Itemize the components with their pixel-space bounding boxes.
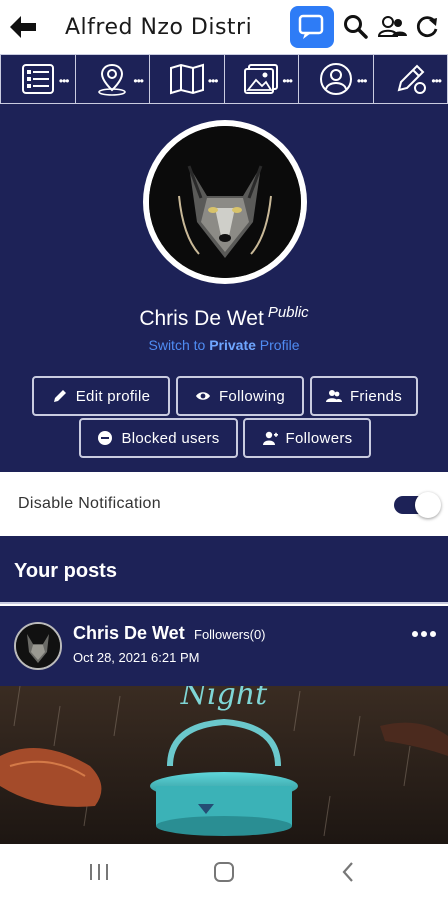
switch-prefix: Switch to — [148, 337, 210, 353]
refresh-icon[interactable] — [414, 14, 440, 40]
post-author-avatar[interactable] — [14, 622, 62, 670]
menu-strip: ••• ••• ••• ••• ••• ••• — [0, 54, 448, 104]
gallery-icon — [244, 64, 279, 94]
back-nav-icon[interactable] — [336, 860, 362, 884]
night-lantern-image: Night — [0, 686, 448, 844]
list-icon — [21, 64, 54, 94]
menu-item-gallery[interactable]: ••• — [224, 55, 299, 104]
chat-button[interactable] — [290, 6, 334, 48]
home-icon[interactable] — [211, 860, 237, 884]
friends-icon — [325, 390, 342, 402]
followers-icon — [262, 431, 278, 445]
menu-item-list[interactable]: ••• — [0, 55, 76, 104]
wolf-avatar-image — [149, 126, 301, 278]
app-bar: Alfred Nzo Distri — [0, 0, 448, 54]
more-dots: ••• — [133, 74, 144, 88]
users-icon[interactable] — [378, 14, 408, 40]
more-dots: ••• — [431, 74, 442, 88]
posts-header: Your posts — [0, 536, 448, 604]
post-image[interactable]: Night — [0, 686, 448, 844]
notification-toggle[interactable] — [394, 492, 441, 518]
posts-title: Your posts — [14, 560, 117, 582]
notification-row: Disable Notification — [0, 472, 448, 536]
more-dots: ••• — [207, 74, 219, 88]
post-audience: Followers(0) — [194, 627, 266, 642]
friends-label: Friends — [349, 387, 403, 405]
eye-icon — [195, 392, 210, 400]
system-nav-bar — [0, 844, 448, 900]
app-title: Alfred Nzo Distri — [65, 15, 253, 40]
user-circle-icon — [319, 63, 352, 95]
following-button[interactable]: Following — [176, 376, 304, 416]
blocked-icon — [98, 431, 113, 445]
switch-suffix: Profile — [255, 337, 300, 353]
menu-item-edit[interactable]: ••• — [373, 55, 448, 104]
edit-profile-label: Edit profile — [75, 387, 151, 405]
map-pin-icon — [98, 63, 127, 96]
menu-item-map[interactable]: ••• — [150, 55, 225, 104]
edit-profile-button[interactable]: Edit profile — [32, 376, 170, 416]
followers-label: Followers — [285, 429, 353, 447]
profile-visibility: Public — [267, 304, 309, 321]
blocked-users-button[interactable]: Blocked users — [79, 418, 238, 458]
map-icon — [169, 63, 204, 95]
followers-button[interactable]: Followers — [243, 418, 371, 458]
more-dots: ••• — [356, 74, 368, 88]
profile-section: Chris De Wet Public Switch to Private Pro… — [0, 104, 448, 472]
profile-avatar[interactable] — [143, 120, 307, 284]
profile-name: Chris De Wet — [139, 307, 264, 330]
blocked-users-label: Blocked users — [121, 429, 220, 447]
post-image-text: Night — [180, 686, 268, 712]
profile-name-row: Chris De Wet Public — [0, 304, 448, 331]
switch-mode: Private — [209, 337, 256, 353]
post-card: Chris De Wet Followers(0) Oct 28, 2021 6… — [0, 606, 448, 686]
wolf-avatar-image — [16, 624, 60, 668]
post-date: Oct 28, 2021 6:21 PM — [73, 650, 200, 665]
search-icon[interactable] — [343, 14, 369, 40]
chat-icon — [298, 14, 324, 39]
toggle-knob — [415, 492, 441, 518]
notification-label: Disable Notification — [18, 495, 161, 512]
more-dots: ••• — [282, 74, 293, 88]
recent-apps-icon[interactable] — [86, 860, 112, 884]
pencil-icon — [53, 390, 66, 402]
edit-icon — [397, 64, 427, 94]
following-label: Following — [218, 387, 286, 405]
post-author-name[interactable]: Chris De Wet — [73, 623, 185, 644]
more-options-icon[interactable] — [410, 624, 438, 644]
menu-item-profile[interactable]: ••• — [299, 55, 374, 104]
more-dots: ••• — [58, 74, 70, 88]
back-arrow-icon[interactable] — [8, 13, 38, 41]
friends-button[interactable]: Friends — [310, 376, 418, 416]
switch-profile-link[interactable]: Switch to Private Profile — [0, 337, 448, 353]
menu-item-location[interactable]: ••• — [75, 55, 150, 104]
